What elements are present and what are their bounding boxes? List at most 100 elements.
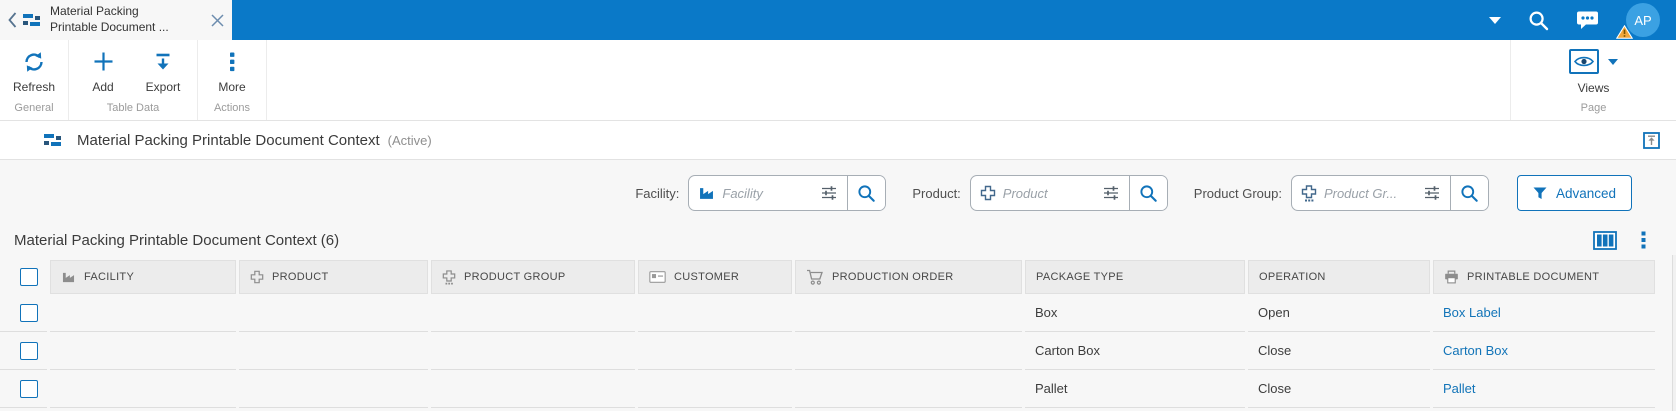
- row-checkbox[interactable]: [20, 303, 38, 322]
- factory-icon: [698, 186, 715, 200]
- filter-options-icon[interactable]: [820, 185, 838, 201]
- select-all-cell: [0, 260, 47, 294]
- tab-title: Material Packing Printable Document ...: [50, 4, 169, 34]
- product-group-search-input[interactable]: [1323, 185, 1416, 201]
- page-content: Facility: Facility Product: Product Prod…: [0, 160, 1676, 411]
- active-tab[interactable]: Material Packing Printable Document ...: [0, 0, 232, 40]
- cell-printable-document-link[interactable]: Box Label: [1433, 294, 1655, 332]
- row-checkbox[interactable]: [20, 341, 38, 360]
- product-group-filter: [1290, 175, 1489, 211]
- facility-search-button[interactable]: [847, 176, 886, 210]
- refresh-icon: [23, 50, 45, 73]
- product-icon: [980, 185, 996, 201]
- kebab-icon[interactable]: [1641, 231, 1646, 249]
- column-label: CUSTOMER: [674, 271, 740, 283]
- data-grid: FACILITY PRODUCT PRODUCT GROUP CUSTOMER …: [0, 260, 1676, 408]
- chevron-down-icon[interactable]: [1489, 16, 1501, 24]
- refresh-label: Refresh: [12, 80, 56, 94]
- export-label: Export: [145, 80, 181, 94]
- warning-icon: [1616, 25, 1633, 39]
- facility-filter: [688, 175, 887, 211]
- column-label: PRINTABLE DOCUMENT: [1467, 271, 1600, 283]
- cell-product-group: [431, 294, 635, 332]
- id-card-icon: [649, 271, 666, 283]
- advanced-filter-button[interactable]: Advanced: [1516, 175, 1632, 211]
- add-button[interactable]: Add: [73, 40, 133, 100]
- export-button[interactable]: Export: [133, 40, 193, 100]
- advanced-label: Advanced: [1555, 185, 1616, 201]
- ribbon-toolbar: Refresh General Add Export Table Data Mo…: [0, 40, 1676, 121]
- more-label: More: [218, 80, 246, 94]
- table-row[interactable]: Box Open Box Label: [0, 294, 1676, 332]
- toolbar-group-page: Views Page: [1510, 40, 1676, 120]
- column-label: PRODUCT GROUP: [464, 271, 566, 283]
- chevron-down-icon: [1608, 58, 1618, 65]
- row-checkbox[interactable]: [20, 379, 38, 398]
- column-header-operation[interactable]: OPERATION: [1248, 260, 1430, 294]
- cell-product: [239, 294, 428, 332]
- filter-options-icon[interactable]: [1423, 185, 1441, 201]
- printer-icon: [1444, 270, 1459, 284]
- column-header-product-group[interactable]: PRODUCT GROUP: [431, 260, 635, 294]
- cart-icon: [806, 269, 824, 285]
- product-search-input[interactable]: [1002, 185, 1095, 201]
- restore-icon[interactable]: [1643, 131, 1660, 149]
- search-icon[interactable]: [1528, 10, 1549, 31]
- cell-customer: [638, 294, 792, 332]
- toolbar-group-general: Refresh General: [0, 40, 69, 120]
- table-row[interactable]: Pallet Close Pallet: [0, 370, 1676, 408]
- refresh-button[interactable]: Refresh: [4, 40, 64, 100]
- product-filter: [969, 175, 1168, 211]
- table-row[interactable]: Carton Box Close Carton Box: [0, 332, 1676, 370]
- cell-package-type: Box: [1025, 294, 1245, 332]
- cell-operation: Close: [1248, 370, 1430, 408]
- cell-printable-document-link[interactable]: Pallet: [1433, 370, 1655, 408]
- column-header-facility[interactable]: FACILITY: [50, 260, 236, 294]
- cell-operation: Open: [1248, 294, 1430, 332]
- add-label: Add: [92, 80, 114, 94]
- screen-icon: [23, 13, 41, 27]
- product-search-button[interactable]: [1128, 176, 1167, 210]
- column-header-package-type[interactable]: PACKAGE TYPE: [1025, 260, 1245, 294]
- facility-filter-label: Facility:: [635, 185, 680, 201]
- cell-package-type: Carton Box: [1025, 332, 1245, 370]
- chevron-left-icon[interactable]: [8, 12, 17, 28]
- column-header-product[interactable]: PRODUCT: [239, 260, 428, 294]
- cell-production-order: [795, 294, 1022, 332]
- table-title: Material Packing Printable Document Cont…: [14, 231, 340, 249]
- more-button[interactable]: More: [202, 40, 262, 100]
- plus-icon: [93, 50, 114, 73]
- scrollbar[interactable]: [1672, 255, 1676, 411]
- screen-icon: [44, 133, 62, 147]
- filter-options-icon[interactable]: [1102, 185, 1120, 201]
- funnel-icon: [1533, 187, 1547, 200]
- factory-icon: [61, 271, 76, 283]
- avatar[interactable]: AP: [1616, 3, 1660, 39]
- app-root: Material Packing Printable Document ... …: [0, 0, 1676, 411]
- table-caption-bar: Material Packing Printable Document Cont…: [0, 211, 1676, 253]
- topbar: Material Packing Printable Document ... …: [0, 0, 1676, 40]
- column-header-production-order[interactable]: PRODUCTION ORDER: [795, 260, 1022, 294]
- close-icon[interactable]: [211, 13, 224, 27]
- kebab-icon: [229, 50, 235, 73]
- column-header-printable-document[interactable]: PRINTABLE DOCUMENT: [1433, 260, 1655, 294]
- group-label-general: General: [14, 102, 54, 114]
- chat-icon[interactable]: [1576, 10, 1599, 30]
- grid-header: FACILITY PRODUCT PRODUCT GROUP CUSTOMER …: [0, 260, 1676, 294]
- cell-product: [239, 332, 428, 370]
- cell-printable-document-link[interactable]: Carton Box: [1433, 332, 1655, 370]
- column-header-customer[interactable]: CUSTOMER: [638, 260, 792, 294]
- cell-facility: [50, 370, 236, 408]
- cell-facility: [50, 332, 236, 370]
- facility-search-input[interactable]: [722, 185, 814, 201]
- select-all-checkbox[interactable]: [20, 268, 38, 286]
- views-button[interactable]: [1569, 49, 1618, 74]
- columns-icon[interactable]: [1593, 230, 1617, 250]
- group-label-actions: Actions: [213, 102, 251, 114]
- product-group-search-button[interactable]: [1449, 176, 1488, 210]
- cell-operation: Close: [1248, 332, 1430, 370]
- column-label: PRODUCTION ORDER: [832, 271, 954, 283]
- views-label: Views: [1577, 81, 1610, 95]
- page-title: Material Packing Printable Document Cont…: [77, 131, 380, 149]
- topbar-actions: AP: [232, 0, 1676, 40]
